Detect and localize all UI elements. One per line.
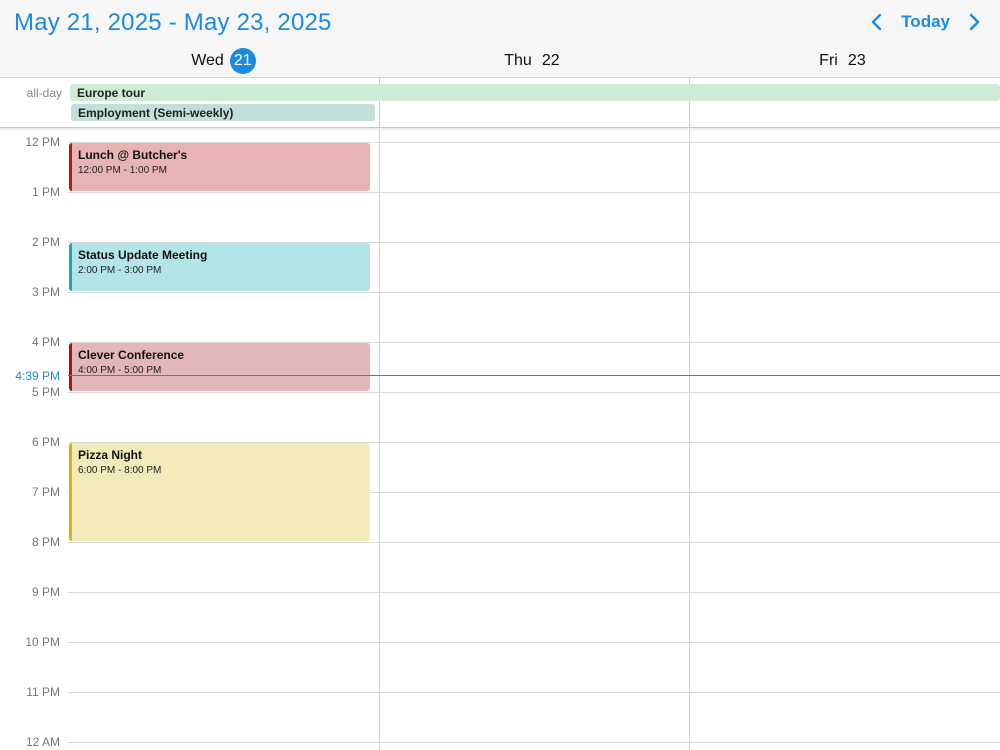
hour-label: 12 AM [25,735,60,749]
hour-line [68,592,1000,593]
day-header-wed[interactable]: Wed 21 [68,48,379,74]
hour-label: 5 PM [31,385,60,399]
hour-line [68,692,1000,693]
event-title: Clever Conference [78,348,185,362]
chevron-left-icon [871,13,882,31]
day-name: Wed [191,52,224,69]
calendar-header: May 21, 2025 - May 23, 2025 Today Wed 21… [0,0,1000,78]
hour-label: 10 PM [25,635,60,649]
hour-label: 8 PM [31,535,60,549]
column-divider [379,129,380,750]
event-title: Status Update Meeting [78,248,208,262]
hour-label: 6 PM [31,435,60,449]
hour-label: 4 PM [31,335,60,349]
day-number-today: 21 [229,48,256,74]
hour-line [68,542,1000,543]
hour-label: 11 PM [26,685,60,699]
hour-label: 9 PM [31,585,60,599]
hour-label: 7 PM [31,485,60,499]
event-lunch[interactable]: Lunch @ Butcher's 12:00 PM - 1:00 PM [69,143,370,191]
day-header-fri[interactable]: Fri 23 [689,48,1000,74]
prev-button[interactable] [865,11,887,33]
hour-label: 12 PM [25,135,60,149]
chevron-right-icon [969,13,980,31]
day-header-thu[interactable]: Thu 22 [379,48,689,74]
hour-line [68,292,1000,293]
hour-label: 1 PM [31,185,60,199]
all-day-event-europe-tour[interactable]: Europe tour [70,84,1000,101]
all-day-event-employment[interactable]: Employment (Semi-weekly) [71,104,375,121]
hour-line [68,392,1000,393]
hour-line [68,742,1000,743]
day-name: Thu [504,52,532,69]
day-name: Fri [819,52,838,69]
hour-label: 3 PM [31,285,60,299]
all-day-label: all-day [26,86,62,100]
event-time: 6:00 PM - 8:00 PM [78,465,162,476]
hour-line [68,192,1000,193]
event-clever-conference[interactable]: Clever Conference 4:00 PM - 5:00 PM [69,343,370,391]
day-number: 23 [847,52,866,69]
today-button[interactable]: Today [897,12,954,32]
navigation-controls: Today [865,11,986,33]
column-divider [689,129,690,750]
event-time: 12:00 PM - 1:00 PM [78,165,167,176]
hour-line [68,642,1000,643]
next-button[interactable] [964,11,986,33]
event-time: 2:00 PM - 3:00 PM [78,265,162,276]
all-day-section: all-day Europe tour Employment (Semi-wee… [0,78,1000,128]
current-time-line [68,375,1000,376]
day-number: 22 [541,52,560,69]
hour-label: 2 PM [31,235,60,249]
event-title: Lunch @ Butcher's [78,148,188,162]
event-status-update-meeting[interactable]: Status Update Meeting 2:00 PM - 3:00 PM [69,243,370,291]
event-title: Pizza Night [78,448,143,462]
date-range-title: May 21, 2025 - May 23, 2025 [14,9,332,36]
event-pizza-night[interactable]: Pizza Night 6:00 PM - 8:00 PM [69,443,370,541]
time-grid[interactable]: 12 PM 1 PM 2 PM 3 PM 4 PM 5 PM 6 PM 7 PM… [0,129,1000,750]
current-time-label: 4:39 PM [0,369,60,383]
